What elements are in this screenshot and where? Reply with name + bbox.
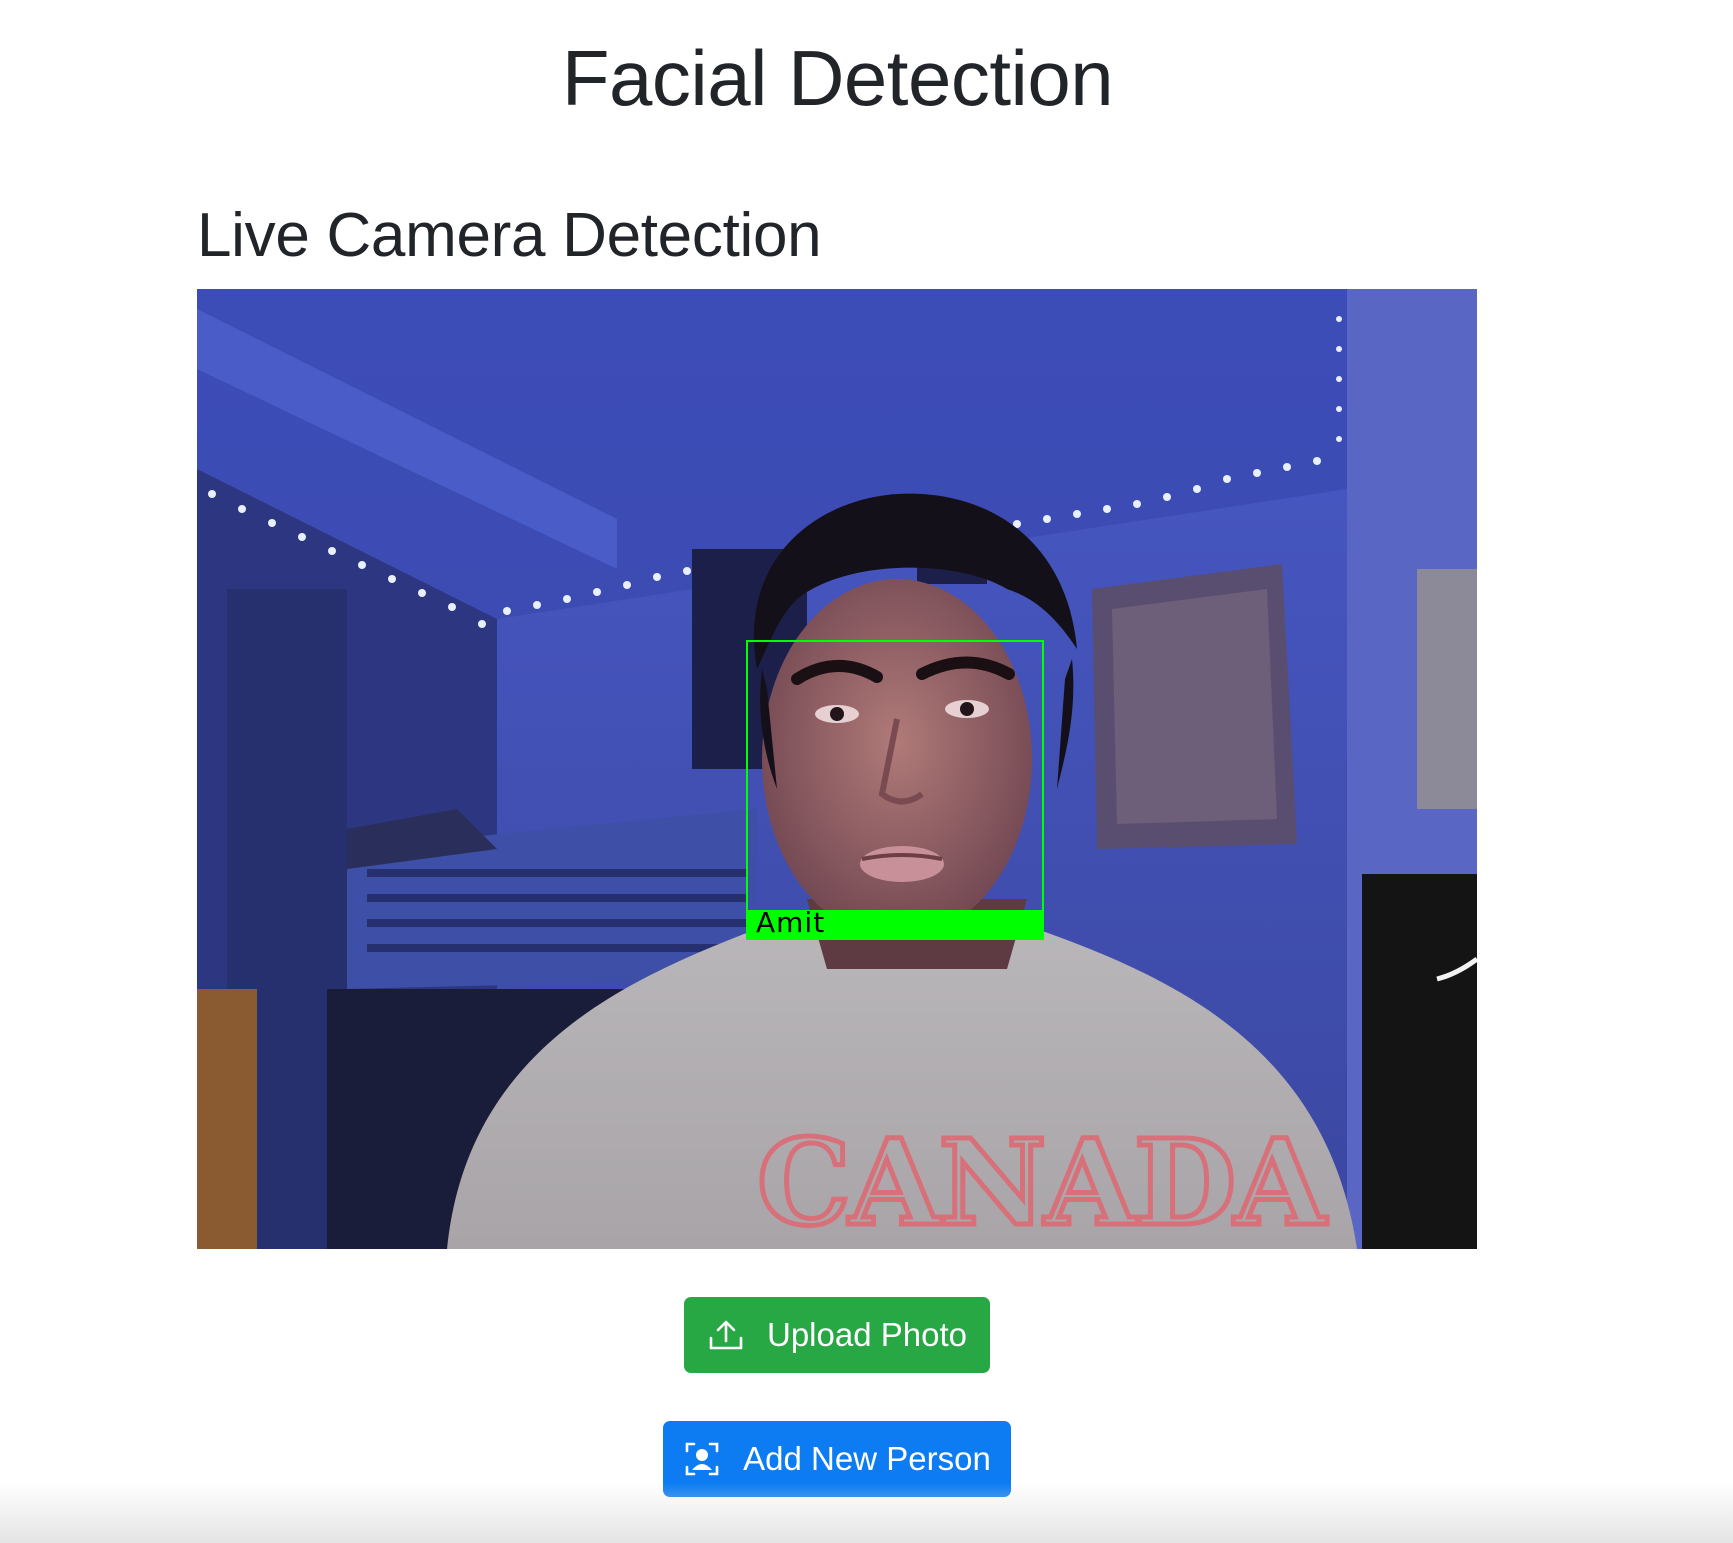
face-detection-label: Amit: [756, 906, 826, 939]
upload-photo-label: Upload Photo: [767, 1316, 967, 1353]
page-title: Facial Detection: [561, 34, 1114, 122]
person-badge-icon: [685, 1442, 719, 1476]
upload-icon: [709, 1320, 743, 1350]
add-new-person-label: Add New Person: [743, 1440, 991, 1477]
face-detection-box: [746, 640, 1044, 940]
upload-photo-button[interactable]: Upload Photo: [684, 1297, 990, 1373]
add-new-person-button[interactable]: Add New Person: [663, 1421, 1011, 1497]
live-camera-feed: CANADA Amit: [197, 289, 1477, 1249]
svg-text:CANADA: CANADA: [757, 1113, 1327, 1249]
section-title-live-camera: Live Camera Detection: [197, 201, 822, 270]
